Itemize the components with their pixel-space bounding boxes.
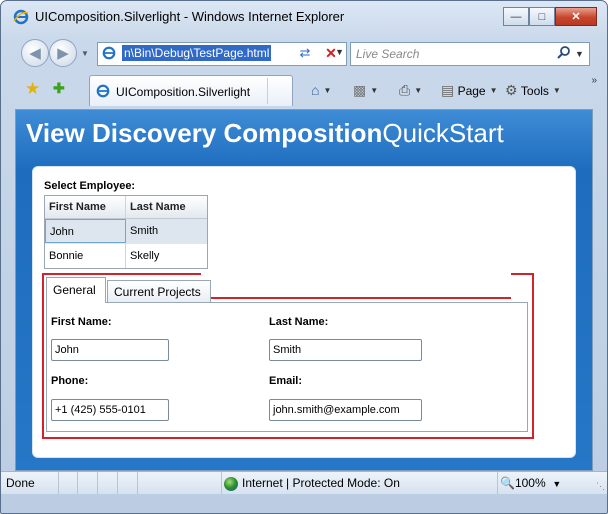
- column-header-last-name[interactable]: Last Name: [126, 196, 207, 218]
- email-field[interactable]: john.smith@example.com: [269, 399, 422, 421]
- forward-button[interactable]: ▶: [49, 39, 77, 67]
- search-icon[interactable]: [557, 46, 571, 60]
- back-button[interactable]: ◀: [21, 39, 49, 67]
- tools-dropdown-icon: ▼: [552, 86, 561, 95]
- home-icon: ⌂: [311, 82, 320, 98]
- first-name-field[interactable]: John: [51, 339, 169, 361]
- zoom-dropdown-icon[interactable]: ▼: [552, 479, 561, 489]
- stop-icon[interactable]: ✕: [321, 43, 341, 63]
- email-label: Email:: [269, 375, 303, 387]
- maximize-icon[interactable]: □: [529, 7, 555, 26]
- tools-menu-button[interactable]: ⚙ Tools ▼: [505, 82, 561, 99]
- home-dropdown-icon[interactable]: ▼: [323, 86, 331, 95]
- page-menu-label: Page: [457, 83, 486, 98]
- highlight-notch: [201, 273, 511, 299]
- search-dropdown-icon[interactable]: ▼: [575, 49, 584, 59]
- feeds-icon: ▩: [353, 82, 367, 98]
- page-ie-icon: [102, 46, 116, 60]
- status-pane: [59, 472, 78, 494]
- browser-window: UIComposition.Silverlight - Windows Inte…: [0, 0, 608, 514]
- tools-menu-label: Tools: [520, 83, 549, 98]
- print-dropdown-icon[interactable]: ▼: [414, 86, 422, 95]
- toolbar-overflow-icon[interactable]: »: [591, 75, 597, 86]
- home-button[interactable]: ⌂ ▼: [311, 82, 331, 98]
- first-name-label: First Name:: [51, 316, 112, 328]
- favorites-star-icon[interactable]: ★: [25, 79, 40, 99]
- select-employee-label: Select Employee:: [44, 180, 136, 192]
- title-bar: UIComposition.Silverlight - Windows Inte…: [1, 1, 607, 31]
- forward-arrow-icon: ▶: [57, 45, 69, 62]
- tab-current-projects[interactable]: Current Projects: [107, 280, 211, 302]
- employee-grid[interactable]: First Name Last Name John Smith Bonnie S…: [44, 195, 208, 269]
- phone-label: Phone:: [51, 375, 89, 387]
- last-name-label: Last Name:: [269, 316, 329, 328]
- close-icon[interactable]: ✕: [555, 7, 597, 26]
- url-text[interactable]: n\Bin\Debug\TestPage.html: [122, 45, 272, 61]
- page-content: View Discovery CompositionQuickStart Sel…: [15, 109, 593, 471]
- feeds-button[interactable]: ▩ ▼: [353, 82, 378, 99]
- minimize-icon[interactable]: —: [503, 7, 529, 26]
- print-icon: ⎙: [399, 82, 411, 98]
- status-text: Done: [1, 472, 59, 494]
- new-tab-button[interactable]: [267, 78, 292, 104]
- zone-text: Internet | Protected Mode: On: [242, 476, 400, 490]
- last-name-field[interactable]: Smith: [269, 339, 422, 361]
- column-header-first-name[interactable]: First Name: [45, 196, 126, 218]
- internet-globe-icon: [224, 476, 238, 491]
- status-bar: Done Internet | Protected Mode: On 🔍100%…: [1, 471, 607, 494]
- table-row[interactable]: Bonnie Skelly: [45, 243, 207, 268]
- tab-ie-icon: [96, 84, 110, 98]
- tab-active[interactable]: UIComposition.Silverlight: [89, 75, 293, 106]
- tab-row: ★ ✚ UIComposition.Silverlight ⌂ ▼ ▩ ▼ ⎙ ▼ ▤…: [1, 73, 607, 109]
- feeds-dropdown-icon[interactable]: ▼: [370, 86, 378, 95]
- cell-last-name[interactable]: Skelly: [126, 244, 207, 268]
- status-pane: [119, 472, 138, 494]
- cell-last-name[interactable]: Smith: [126, 219, 207, 243]
- add-favorites-icon[interactable]: ✚: [53, 80, 65, 97]
- status-pane: [79, 472, 98, 494]
- page-menu-button[interactable]: ▤ Page ▼: [441, 82, 498, 99]
- resize-grip-icon[interactable]: ⋱: [596, 481, 605, 492]
- search-box[interactable]: Live Search ▼: [350, 42, 590, 66]
- main-panel: Select Employee: First Name Last Name Jo…: [32, 166, 576, 458]
- window-controls: — □ ✕: [503, 7, 597, 26]
- window-title: UIComposition.Silverlight - Windows Inte…: [35, 9, 345, 24]
- table-row[interactable]: John Smith: [45, 219, 207, 243]
- heading-light: QuickStart: [382, 118, 504, 148]
- zoom-magnifier-icon: 🔍: [500, 476, 515, 490]
- status-pane: [99, 472, 118, 494]
- general-tab-page: First Name: John Last Name: Smith Phone:…: [46, 302, 528, 432]
- grid-header: First Name Last Name: [45, 196, 207, 219]
- tab-general[interactable]: General: [46, 277, 106, 303]
- page-dropdown-icon: ▼: [489, 86, 498, 95]
- zoom-control[interactable]: 🔍100% ▼: [497, 472, 590, 494]
- page-icon: ▤: [441, 82, 455, 98]
- history-dropdown-icon[interactable]: ▼: [81, 49, 89, 58]
- phone-field[interactable]: +1 (425) 555-0101: [51, 399, 169, 421]
- print-button[interactable]: ⎙ ▼: [399, 82, 422, 99]
- refresh-icon[interactable]: ⇄: [295, 43, 315, 63]
- app-heading: View Discovery CompositionQuickStart: [26, 118, 504, 149]
- ie-logo-icon: [13, 9, 29, 25]
- back-arrow-icon: ◀: [29, 45, 41, 62]
- tools-gear-icon: ⚙: [505, 82, 518, 98]
- zoom-level: 100%: [514, 476, 546, 490]
- heading-bold: View Discovery Composition: [26, 118, 383, 148]
- address-row: ◀ ▶ ▼ n\Bin\Debug\TestPage.html ▼ ⇄ ✕ Li…: [1, 37, 607, 73]
- search-placeholder: Live Search: [356, 47, 420, 61]
- cell-first-name[interactable]: John: [45, 219, 126, 243]
- security-zone[interactable]: Internet | Protected Mode: On: [221, 472, 484, 494]
- cell-first-name[interactable]: Bonnie: [45, 244, 126, 268]
- tab-title: UIComposition.Silverlight: [116, 85, 251, 99]
